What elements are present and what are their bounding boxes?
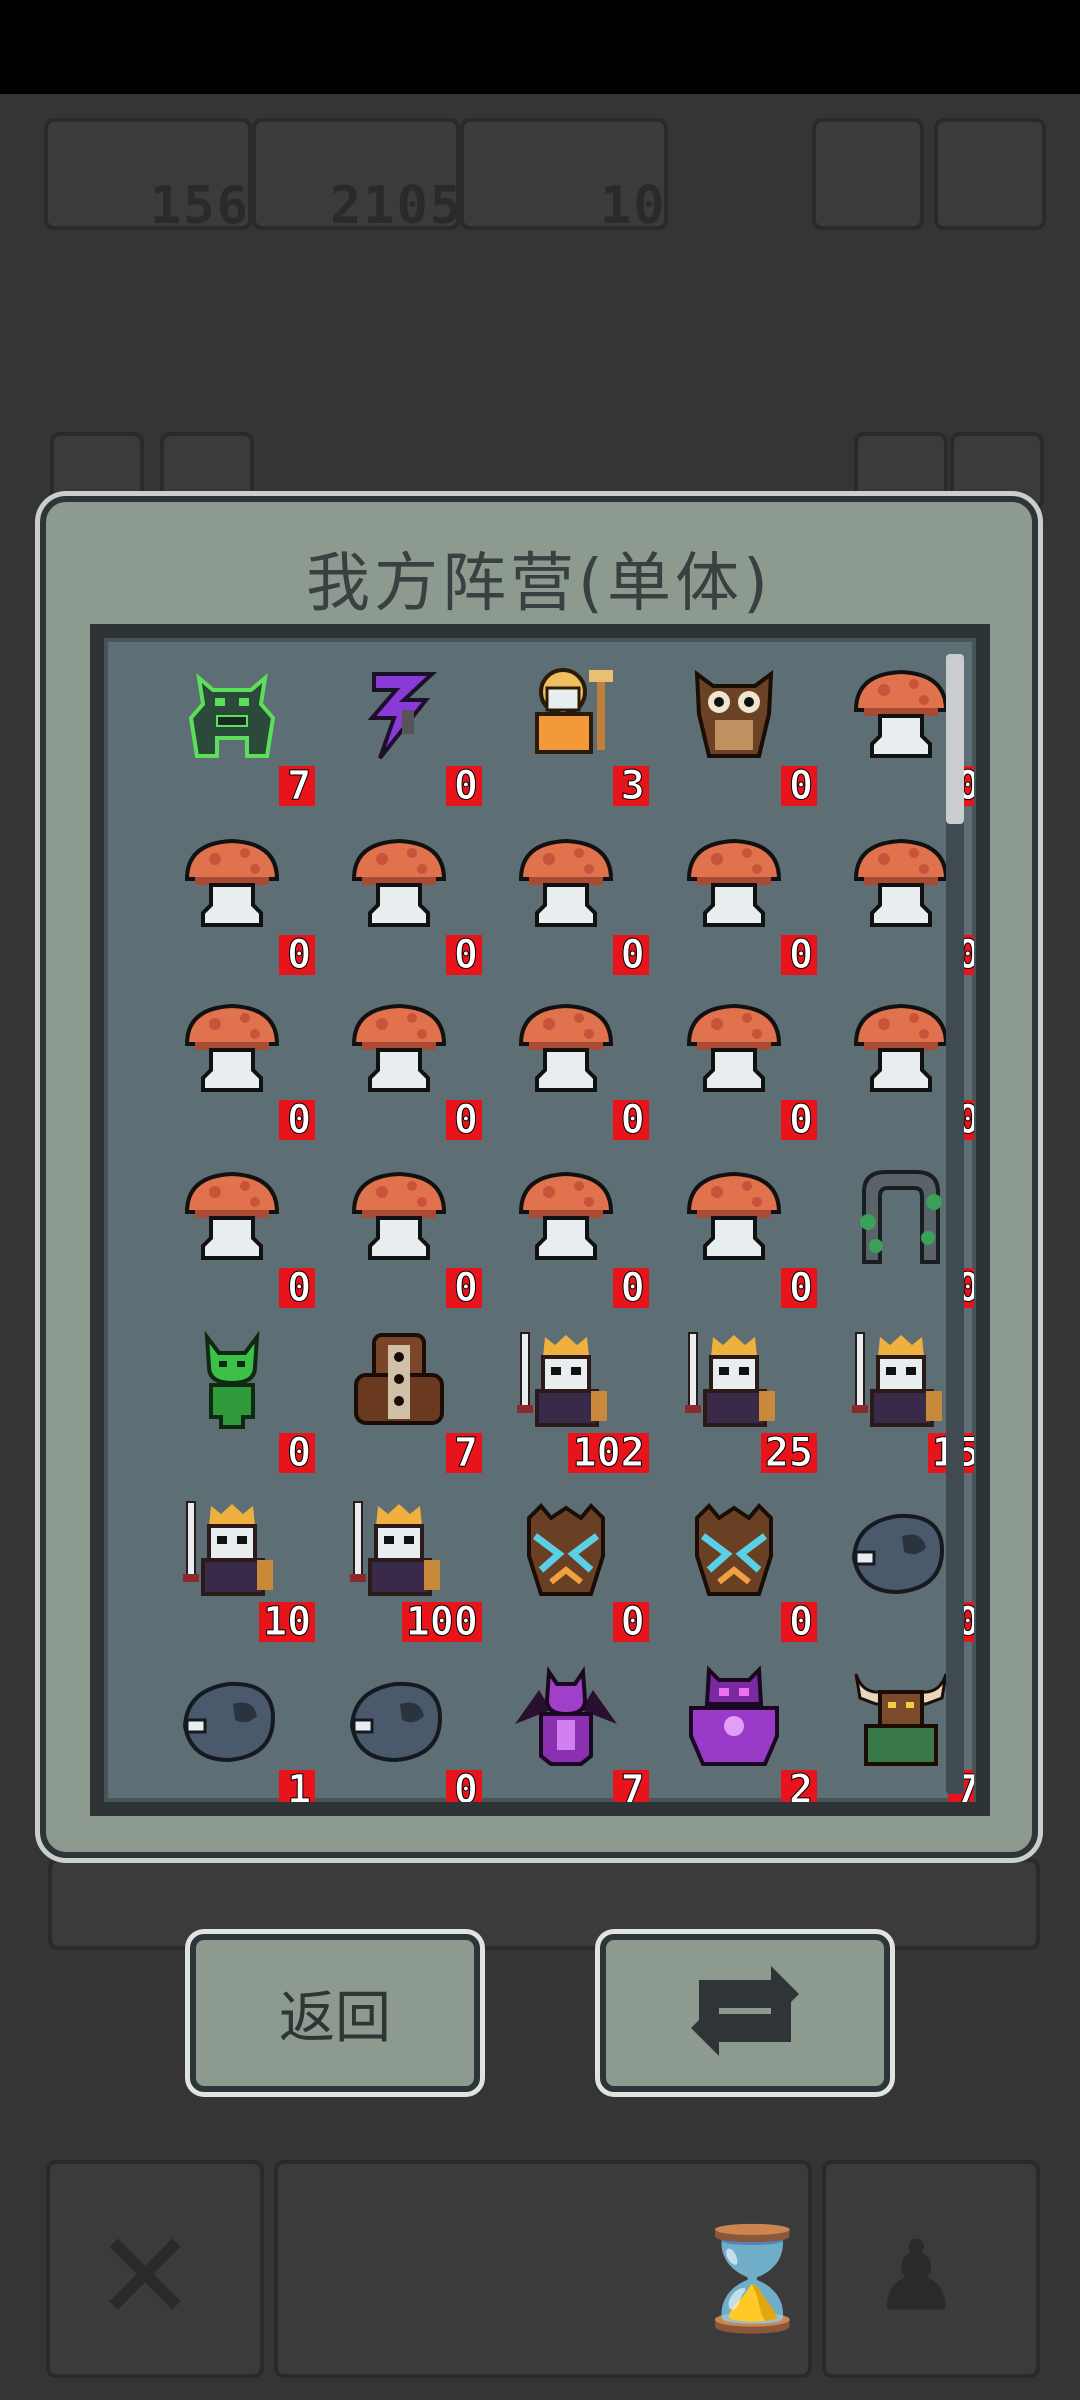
unit-slot[interactable]: 0 [499,825,649,975]
status-bar [0,0,1080,94]
unit-count-badge: 0 [612,1099,649,1140]
unit-slot[interactable]: 0 [332,1158,482,1309]
unit-count-badge: 0 [445,1268,482,1309]
refresh-icon [685,1966,805,2060]
unit-slot[interactable]: 0 [667,1492,818,1642]
unit-slot[interactable]: 0 [667,656,818,807]
unit-slot[interactable]: 2 [667,1660,818,1802]
unit-count-badge: 10 [259,1601,316,1642]
bg-pawn-icon: ♟ [880,2200,953,2339]
unit-count-badge: 102 [568,1433,649,1474]
unit-slot[interactable]: 0 [165,990,316,1140]
unit-count-badge: 0 [781,766,818,807]
unit-slot[interactable]: 7 [332,1323,482,1474]
unit-slot[interactable]: 0 [332,656,482,807]
unit-count-badge: 0 [781,1601,818,1642]
unit-grid: 7 0 3 0 0 0 0 0 0 0 0 0 0 0 0 0 0 0 0 0 … [104,638,974,1802]
bg-menu-button [812,118,924,230]
scrollbar-thumb[interactable] [946,654,964,824]
unit-count-badge: 7 [279,766,316,807]
unit-slot[interactable]: 0 [332,825,482,975]
unit-slot[interactable]: 0 [499,1158,649,1309]
bg-hourglass-icon: ⌛ [690,2220,815,2337]
team-select-modal: 我方阵营(单体) 7 0 3 0 0 0 0 0 0 0 0 0 0 0 0 0… [40,496,1038,1858]
unit-count-badge: 0 [279,1099,316,1140]
unit-count-badge: 100 [401,1601,482,1642]
bg-cross-icon: ✕ [100,2180,191,2354]
bg-stat-2: 2105 [330,176,464,236]
unit-slot[interactable]: 7 [165,656,316,807]
unit-count-badge: 1 [279,1770,316,1802]
unit-list-panel[interactable]: 7 0 3 0 0 0 0 0 0 0 0 0 0 0 0 0 0 0 0 0 … [90,624,990,1816]
back-button-label: 返回 [279,1985,391,2051]
unit-slot[interactable]: 7 [499,1660,649,1802]
unit-slot[interactable]: 0 [667,1158,818,1309]
refresh-button[interactable] [600,1934,890,2092]
unit-count-badge: 0 [612,934,649,975]
unit-count-badge: 3 [612,766,649,807]
unit-count-badge: 0 [445,934,482,975]
unit-slot[interactable]: 0 [165,1158,316,1309]
scrollbar[interactable] [946,654,964,1794]
unit-count-badge: 0 [445,1770,482,1802]
bg-settings-button [934,118,1046,230]
unit-slot[interactable]: 0 [667,990,818,1140]
unit-slot[interactable]: 1 [165,1660,316,1802]
unit-count-badge: 2 [781,1770,818,1802]
unit-count-badge: 0 [445,766,482,807]
unit-slot[interactable]: 0 [667,825,818,975]
unit-slot[interactable]: 0 [332,1660,482,1802]
unit-count-badge: 25 [760,1433,818,1474]
unit-count-badge: 0 [279,1268,316,1309]
unit-count-badge: 7 [445,1433,482,1474]
unit-count-badge: 0 [279,1433,316,1474]
unit-count-badge: 0 [612,1601,649,1642]
unit-slot[interactable]: 0 [165,1323,316,1474]
unit-slot[interactable]: 102 [499,1323,649,1474]
unit-count-badge: 0 [781,1099,818,1140]
unit-slot[interactable]: 25 [667,1323,818,1474]
unit-slot[interactable]: 0 [499,990,649,1140]
bg-stat-1: 156 [150,176,250,236]
bg-stat-3: 10 [600,176,667,236]
modal-title: 我方阵营(单体) [306,547,772,621]
unit-count-badge: 0 [781,934,818,975]
unit-slot[interactable]: 10 [165,1492,316,1642]
unit-slot[interactable]: 0 [165,825,316,975]
unit-slot[interactable]: 0 [332,990,482,1140]
unit-count-badge: 0 [612,1268,649,1309]
unit-slot[interactable]: 100 [332,1492,482,1642]
unit-slot[interactable]: 3 [499,656,649,807]
unit-count-badge: 0 [445,1099,482,1140]
unit-count-badge: 0 [781,1268,818,1309]
unit-count-badge: 0 [279,934,316,975]
back-button[interactable]: 返回 [190,1934,480,2092]
unit-count-badge: 7 [612,1770,649,1802]
unit-slot[interactable]: 0 [499,1492,649,1642]
